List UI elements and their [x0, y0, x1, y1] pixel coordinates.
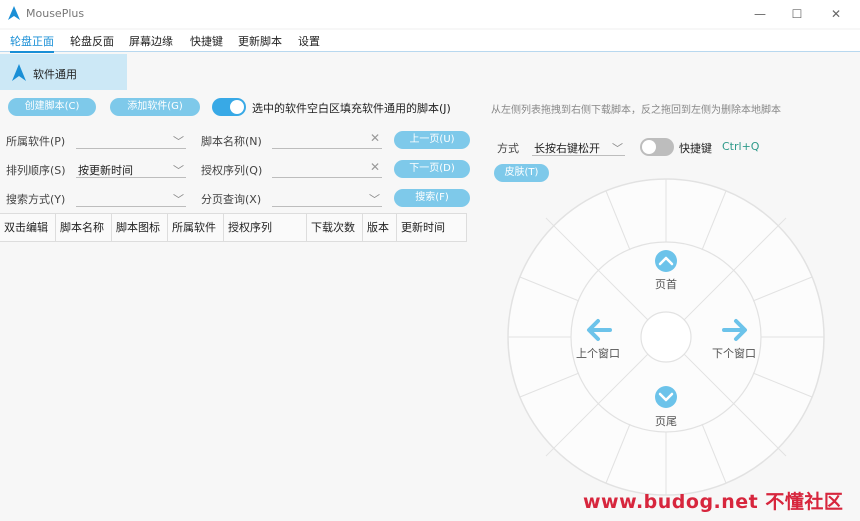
- watermark-text: www.budog.net 不懂社区: [583, 491, 844, 513]
- chevron-up-icon: [655, 250, 677, 272]
- wheel-center[interactable]: [640, 311, 692, 363]
- prev-window-label: 上个窗口: [576, 346, 620, 360]
- wheel-diagram: 页首 页尾 上个窗口 下个窗口: [507, 178, 825, 496]
- chevron-down-icon: [655, 386, 677, 408]
- page-top-label: 页首: [655, 277, 677, 291]
- page-bottom-label: 页尾: [655, 415, 677, 428]
- next-window-label: 下个窗口: [712, 346, 756, 360]
